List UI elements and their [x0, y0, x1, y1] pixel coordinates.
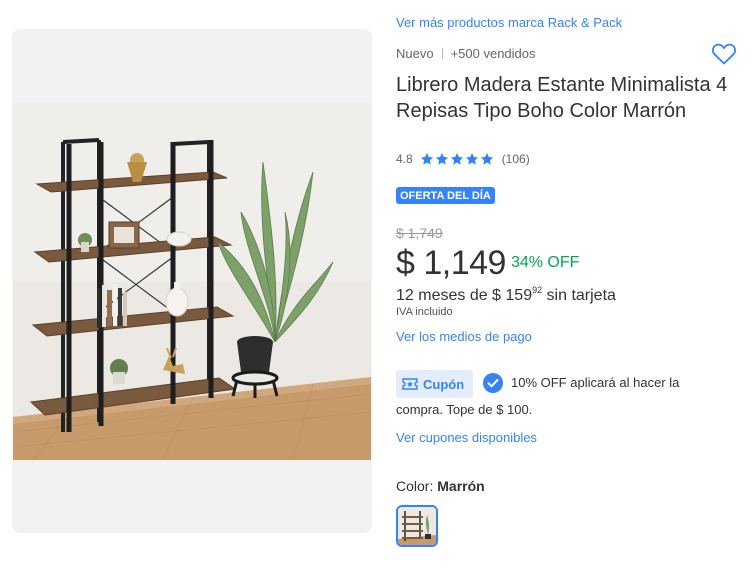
deal-badge: OFERTA DEL DÍA — [396, 187, 495, 204]
ticket-icon — [402, 378, 418, 390]
star-icon — [435, 153, 448, 165]
installments-suffix: sin tarjeta — [542, 287, 616, 304]
payment-methods-link[interactable]: Ver los medios de pago — [396, 329, 532, 344]
installments-cents: 92 — [532, 285, 543, 295]
rating-summary[interactable]: 4.8 (106) — [396, 152, 530, 166]
star-icon — [420, 153, 433, 165]
sold-count: +500 vendidos — [450, 46, 536, 61]
coupon-label: Cupón — [423, 376, 465, 392]
color-selector-label: Color: Marrón — [396, 478, 485, 494]
coupon-tag[interactable]: Cupón — [396, 370, 474, 398]
product-main-image[interactable] — [13, 102, 371, 460]
product-gallery — [12, 29, 372, 533]
coupons-link[interactable]: Ver cupones disponibles — [396, 430, 537, 445]
swatch-thumbnail — [398, 507, 436, 545]
discount-label: 34% OFF — [510, 254, 580, 271]
tax-note: IVA incluido — [396, 306, 453, 318]
heart-outline-icon — [712, 43, 736, 65]
installments: 12 meses de $ 15992 sin tarjeta — [396, 285, 616, 305]
rating-value: 4.8 — [396, 152, 413, 166]
installments-amount: 12 meses de $ 159 — [396, 287, 533, 304]
favorite-button[interactable] — [711, 42, 737, 66]
condition-label: Nuevo — [396, 46, 434, 61]
brand-link[interactable]: Ver más productos marca Rack & Pack — [396, 15, 622, 30]
check-circle-icon — [483, 373, 503, 393]
product-subtitle: Nuevo +500 vendidos — [396, 46, 536, 61]
star-icon — [480, 153, 493, 165]
star-icon — [465, 153, 478, 165]
rating-count: (106) — [501, 152, 530, 166]
original-price: $ 1,749 — [396, 225, 443, 241]
color-value: Marrón — [437, 478, 485, 494]
product-title: Librero Madera Estante Minimalista 4 Rep… — [396, 74, 728, 122]
divider — [441, 48, 443, 59]
color-label: Color: — [396, 478, 434, 494]
coupon-description: 10% OFF aplicará al hacer la — [511, 375, 680, 390]
coupon-description-cont: compra. Tope de $ 100. — [396, 402, 533, 417]
star-icon — [450, 153, 463, 165]
rating-stars — [420, 152, 494, 166]
current-price: $ 1,149 — [396, 244, 506, 282]
price-row: $ 1,149 34% OFF — [396, 244, 579, 283]
color-swatch[interactable] — [396, 505, 438, 547]
